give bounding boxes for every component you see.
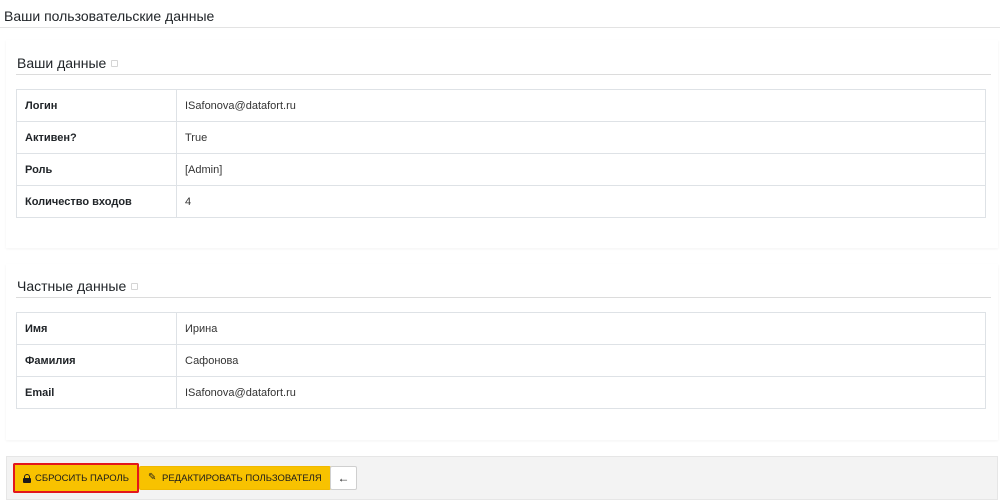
row-value: True bbox=[176, 121, 986, 154]
table-row: Роль [Admin] bbox=[16, 153, 986, 186]
reset-password-button[interactable]: СБРОСИТЬ ПАРОЛЬ bbox=[13, 463, 140, 493]
row-key: Количество входов bbox=[16, 185, 177, 218]
private-section-title: Частные данные bbox=[17, 278, 127, 294]
row-key: Email bbox=[16, 376, 177, 409]
edit-icon: ✎ bbox=[148, 472, 157, 483]
collapse-icon[interactable] bbox=[111, 59, 119, 67]
page-title: Ваши пользовательские данные bbox=[4, 8, 215, 24]
edit-user-button[interactable]: ✎ РЕДАКТИРОВАТЬ ПОЛЬЗОВАТЕЛЯ bbox=[139, 466, 331, 490]
title-divider bbox=[0, 27, 1000, 28]
edit-user-label: РЕДАКТИРОВАТЬ ПОЛЬЗОВАТЕЛЯ bbox=[162, 472, 322, 484]
row-value: Ирина bbox=[176, 312, 986, 345]
arrow-left-icon: ← bbox=[337, 471, 350, 485]
table-row: Логин ISafonova@datafort.ru bbox=[16, 89, 986, 122]
private-data-card: Частные данные Имя Ирина Фамилия Сафонов… bbox=[6, 264, 998, 440]
row-key: Активен? bbox=[16, 121, 177, 154]
row-key: Роль bbox=[16, 153, 177, 186]
row-key: Фамилия bbox=[16, 344, 177, 377]
action-toolbar: СБРОСИТЬ ПАРОЛЬ ✎ РЕДАКТИРОВАТЬ ПОЛЬЗОВА… bbox=[6, 456, 998, 500]
account-data-card: Ваши данные Логин ISafonova@datafort.ru … bbox=[6, 40, 998, 248]
row-value: Сафонова bbox=[176, 344, 986, 377]
section-divider bbox=[16, 74, 991, 75]
account-data-table: Логин ISafonova@datafort.ru Активен? Tru… bbox=[16, 89, 986, 218]
table-row: Фамилия Сафонова bbox=[16, 344, 986, 377]
table-row: Активен? True bbox=[16, 121, 986, 154]
back-button[interactable]: ← bbox=[330, 466, 357, 490]
lock-icon bbox=[23, 473, 31, 483]
account-section-title: Ваши данные bbox=[17, 55, 107, 71]
reset-password-label: СБРОСИТЬ ПАРОЛЬ bbox=[35, 472, 130, 484]
private-data-table: Имя Ирина Фамилия Сафонова Email ISafono… bbox=[16, 312, 986, 409]
row-value: ISafonova@datafort.ru bbox=[176, 89, 986, 122]
row-value: 4 bbox=[176, 185, 986, 218]
collapse-icon[interactable] bbox=[131, 282, 139, 290]
table-row: Имя Ирина bbox=[16, 312, 986, 345]
section-divider bbox=[16, 297, 991, 298]
row-key: Имя bbox=[16, 312, 177, 345]
row-value: [Admin] bbox=[176, 153, 986, 186]
row-value: ISafonova@datafort.ru bbox=[176, 376, 986, 409]
table-row: Количество входов 4 bbox=[16, 185, 986, 218]
row-key: Логин bbox=[16, 89, 177, 122]
account-section-header[interactable]: Ваши данные bbox=[17, 55, 119, 71]
table-row: Email ISafonova@datafort.ru bbox=[16, 376, 986, 409]
private-section-header[interactable]: Частные данные bbox=[17, 278, 139, 294]
